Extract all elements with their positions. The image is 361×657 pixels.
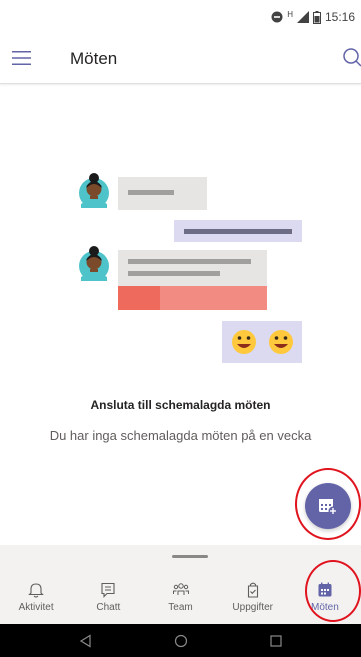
do-not-disturb-icon <box>271 11 283 23</box>
drag-handle[interactable] <box>172 555 208 558</box>
home-icon[interactable] <box>170 630 192 652</box>
search-icon[interactable] <box>337 46 361 70</box>
network-type-label: H <box>287 9 293 19</box>
smiley-emoji-icon <box>232 330 256 354</box>
status-time: 15:16 <box>324 10 355 24</box>
signal-icon <box>296 11 309 23</box>
empty-state-title: Ansluta till schemalagda möten <box>90 398 271 412</box>
page-title: Möten <box>70 49 118 68</box>
app-bar: Möten <box>0 34 361 84</box>
team-icon <box>172 583 189 595</box>
avatar-icon <box>79 173 109 208</box>
tab-label: Aktivitet <box>18 602 54 613</box>
empty-state-subtitle: Du har inga schemalagda möten på en veck… <box>49 428 312 443</box>
smiley-emoji-icon <box>269 330 293 354</box>
chat-icon <box>101 582 115 598</box>
tasks-icon <box>247 582 258 598</box>
recents-icon[interactable] <box>265 630 287 652</box>
tab-team[interactable]: Team <box>144 565 216 624</box>
bottom-tab-bar: Aktivitet Chatt Team Uppgifter Möten <box>0 545 361 624</box>
avatar-icon <box>79 246 109 281</box>
battery-icon <box>312 10 321 24</box>
calendar-icon <box>318 582 332 597</box>
back-icon[interactable] <box>75 630 97 652</box>
calendar-add-icon <box>319 499 338 516</box>
tab-label: Uppgifter <box>232 602 273 613</box>
schedule-meeting-button[interactable] <box>305 483 351 529</box>
tab-uppgifter[interactable]: Uppgifter <box>217 565 289 624</box>
tab-moten[interactable]: Möten <box>289 565 361 624</box>
tab-aktivitet[interactable]: Aktivitet <box>0 565 72 624</box>
empty-state-illustration <box>79 173 302 363</box>
tab-label: Möten <box>311 602 339 613</box>
hamburger-menu-icon[interactable] <box>10 46 34 70</box>
tab-chatt[interactable]: Chatt <box>72 565 144 624</box>
system-nav-bar <box>0 624 361 657</box>
tab-label: Team <box>168 602 193 613</box>
tab-label: Chatt <box>96 602 121 613</box>
bell-icon <box>28 583 44 598</box>
status-bar: H 15:16 <box>0 0 361 34</box>
